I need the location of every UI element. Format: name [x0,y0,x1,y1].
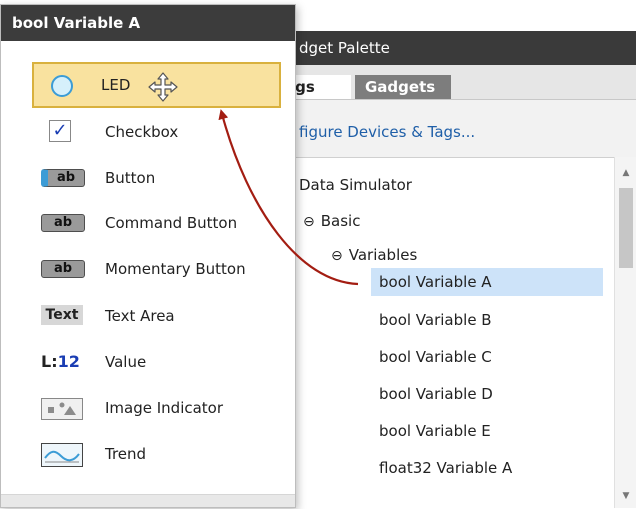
text-area-icon: Text [41,305,83,325]
scroll-thumb[interactable] [619,188,633,268]
move-cursor-icon [148,72,178,102]
gadget-label-led: LED [101,76,131,94]
trend-icon [41,443,83,467]
gadget-label-value: Value [105,353,147,371]
palette-title: dget Palette [275,31,636,65]
gadget-item-image-indicator[interactable]: Image Indicator [1,388,295,430]
tree-item-label: bool Variable D [379,385,493,403]
tree-item-label: Data Simulator [299,176,412,194]
tree-item-label: float32 Variable A [379,459,513,477]
tree-item-label: bool Variable E [379,422,491,440]
tree-item-data-simulator[interactable]: Data Simulator [299,172,412,198]
scroll-up-arrow-icon[interactable]: ▲ [615,165,636,181]
gadget-item-button[interactable]: ab Button [1,158,295,200]
gadget-item-checkbox[interactable]: ✓ Checkbox [1,112,295,154]
checkbox-icon: ✓ [49,120,71,142]
gadget-label-checkbox: Checkbox [105,123,179,141]
value-icon: L:12 [41,352,80,371]
gadget-label-image-indicator: Image Indicator [105,399,224,417]
widget-palette-panel: dget Palette ags Gadgets figure Devices … [275,31,636,509]
gadget-label-button: Button [105,169,156,187]
value-icon-prefix: L: [41,352,58,371]
tree-item-bool-variable-b[interactable]: bool Variable B [379,307,492,333]
gadget-label-momentary-button: Momentary Button [105,260,246,278]
button-icon: ab [41,169,85,187]
tab-gadgets[interactable]: Gadgets [355,75,451,99]
image-indicator-icon [41,398,83,420]
value-icon-number: 12 [57,352,80,371]
gadget-item-command-button[interactable]: ab Command Button [1,203,295,245]
gadget-label-command-button: Command Button [105,214,238,232]
tree-item-label: bool Variable A [379,273,492,291]
momentary-button-icon: ab [41,260,85,278]
tree-item-label: bool Variable C [379,348,492,366]
gadget-label-text-area: Text Area [105,307,175,325]
collapse-icon[interactable]: ⊖ [303,209,315,235]
palette-tabs: ags Gadgets [275,65,636,100]
tree-item-variables[interactable]: ⊖ Variables [331,242,417,268]
tree-scrollbar[interactable]: ▲ ▼ [614,157,636,508]
tree-item-basic[interactable]: ⊖ Basic [303,208,360,234]
tree-item-bool-variable-e[interactable]: bool Variable E [379,418,491,444]
gadget-item-text-area[interactable]: Text Text Area [1,296,295,338]
tag-tree: Data Simulator ⊖ Basic ⊖ Variables bool Va… [275,157,614,509]
configure-devices-link[interactable]: figure Devices & Tags... [275,123,475,141]
popup-footer [1,494,295,507]
command-button-icon: ab [41,214,85,232]
tree-item-bool-variable-a[interactable]: bool Variable A [379,269,492,295]
collapse-icon[interactable]: ⊖ [331,243,343,269]
led-icon [51,75,73,97]
tree-item-label: Variables [348,246,418,264]
gadget-item-trend[interactable]: Trend [1,434,295,476]
tree-item-label: Basic [320,212,361,230]
tree-item-label: bool Variable B [379,311,492,329]
tree-item-float32-variable-a[interactable]: float32 Variable A [379,455,512,481]
tree-item-bool-variable-d[interactable]: bool Variable D [379,381,493,407]
tree-item-bool-variable-c[interactable]: bool Variable C [379,344,492,370]
gadget-item-momentary-button[interactable]: ab Momentary Button [1,249,295,291]
gadget-item-value[interactable]: L:12 Value [1,342,295,384]
scroll-down-arrow-icon[interactable]: ▼ [615,488,636,504]
popup-title: bool Variable A [1,5,295,41]
gadget-label-trend: Trend [105,445,147,463]
